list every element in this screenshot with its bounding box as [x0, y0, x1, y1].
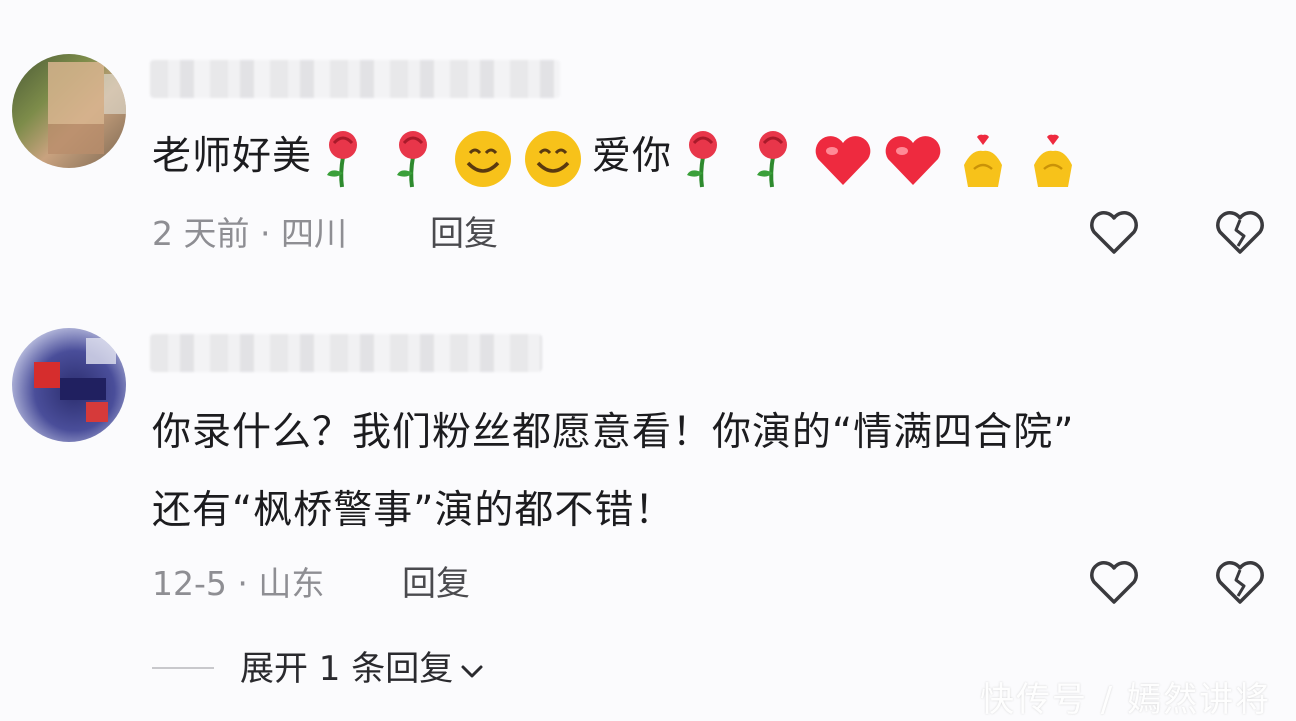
comment-meta: 12-5 · 山东 [152, 564, 325, 603]
comment-item: 你录什么？我们粉丝都愿意看！你演的“情满四合院” 还有“枫桥警事”演的都不错！ … [0, 0, 1296, 640]
comment-text-line1: 你录什么？我们粉丝都愿意看！你演的“情满四合院” [152, 410, 1075, 455]
watermark: 快传号 / 嫣然讲将 [980, 680, 1272, 720]
avatar[interactable] [12, 328, 126, 442]
reply-button[interactable]: 回复 [402, 562, 470, 606]
username-blurred[interactable] [150, 334, 542, 372]
like-icon[interactable] [1088, 558, 1140, 606]
dislike-icon[interactable] [1214, 558, 1266, 606]
expand-replies-button[interactable]: 展开 1 条回复 [240, 647, 485, 691]
expand-replies-label: 展开 1 条回复 [240, 649, 454, 689]
chevron-down-icon [461, 665, 483, 677]
comment-text-line2: 还有“枫桥警事”演的都不错！ [152, 488, 675, 533]
expand-divider [152, 667, 214, 669]
